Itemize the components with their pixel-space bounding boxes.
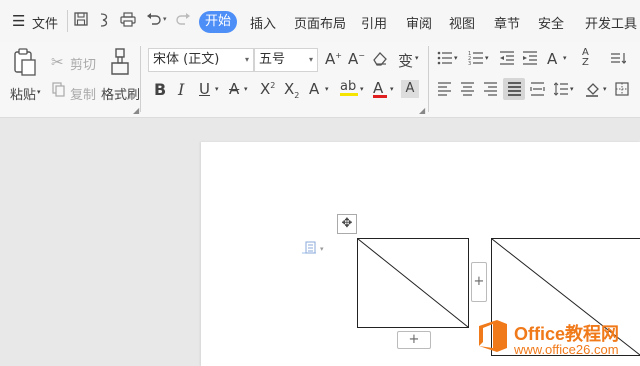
paste-button[interactable]: 粘贴 xyxy=(10,84,36,103)
tab-security[interactable]: 安全 xyxy=(538,13,564,32)
paste-icon[interactable] xyxy=(13,48,37,80)
chevron-down-icon: ▾ xyxy=(308,55,313,64)
align-center-icon[interactable] xyxy=(460,82,475,100)
subscript-button[interactable]: X2 xyxy=(284,80,299,100)
highlight-color-icon[interactable]: ab xyxy=(340,79,358,96)
line-spacing-dropdown-icon[interactable]: ▾ xyxy=(570,85,574,93)
phonetic-guide-icon[interactable]: 变 xyxy=(398,50,413,71)
tab-developer-tools[interactable]: 开发工具 xyxy=(585,13,637,32)
menu-bar: ☰ 文件 ▾ 开始 插入 页面布局 引用 审阅 视图 章节 安全 开发工具 xyxy=(0,0,640,42)
bullet-list-dropdown-icon[interactable]: ▾ xyxy=(454,54,458,62)
superscript-button[interactable]: X2 xyxy=(260,80,275,98)
add-column-button[interactable]: + xyxy=(471,262,487,302)
distributed-align-icon[interactable] xyxy=(530,82,545,100)
redo-icon[interactable] xyxy=(175,12,191,30)
menu-divider xyxy=(67,10,68,32)
italic-button[interactable]: I xyxy=(178,80,184,99)
increase-font-size-icon[interactable]: A+ xyxy=(325,50,342,68)
borders-icon[interactable] xyxy=(615,82,629,100)
format-painter-icon[interactable] xyxy=(109,48,131,80)
clear-formatting-icon[interactable] xyxy=(372,50,388,70)
svg-text:3: 3 xyxy=(468,61,471,65)
font-name-value: 宋体 (正文) xyxy=(153,52,220,67)
chevron-down-icon: ▾ xyxy=(244,55,249,64)
decrease-indent-icon[interactable] xyxy=(499,51,515,69)
align-left-icon[interactable] xyxy=(437,82,452,100)
tab-references[interactable]: 引用 xyxy=(361,13,387,32)
export-pdf-icon[interactable] xyxy=(98,12,112,32)
decrease-font-size-icon[interactable]: A− xyxy=(348,50,365,68)
bullet-list-icon[interactable] xyxy=(437,51,453,69)
table-cell[interactable] xyxy=(357,238,469,328)
copy-icon[interactable] xyxy=(52,82,65,101)
copy-button[interactable]: 复制 xyxy=(70,84,96,103)
tab-page-layout[interactable]: 页面布局 xyxy=(294,13,346,32)
undo-dropdown-icon[interactable]: ▾ xyxy=(163,15,167,23)
strikethrough-dropdown-icon[interactable]: ▾ xyxy=(244,85,248,93)
bold-button[interactable]: B xyxy=(154,80,166,99)
menu-file[interactable]: 文件 xyxy=(32,13,58,32)
ribbon-divider xyxy=(140,46,141,112)
shading-dropdown-icon[interactable]: ▾ xyxy=(603,85,607,93)
text-direction-dropdown-icon[interactable]: ▾ xyxy=(563,54,567,62)
tab-view[interactable]: 视图 xyxy=(449,13,475,32)
ribbon-divider xyxy=(428,46,429,112)
ribbon-toolbar: 粘贴 ▾ ✂ 剪切 复制 格式刷 ◢ 宋体 (正文) ▾ 五号 ▾ A+ A− … xyxy=(0,42,640,118)
paste-dropdown-icon[interactable]: ▾ xyxy=(37,88,41,96)
undo-icon[interactable] xyxy=(146,12,162,30)
shading-icon[interactable] xyxy=(585,81,601,101)
diagonal-line xyxy=(358,239,468,327)
tab-insert[interactable]: 插入 xyxy=(250,13,276,32)
numbered-list-dropdown-icon[interactable]: ▾ xyxy=(485,54,489,62)
tab-review[interactable]: 审阅 xyxy=(406,13,432,32)
line-spacing-icon[interactable] xyxy=(553,82,569,100)
phonetic-dropdown-icon[interactable]: ▾ xyxy=(415,54,419,62)
sort-icon[interactable]: AZ xyxy=(582,48,589,68)
numbered-list-icon[interactable]: 123 xyxy=(468,51,484,69)
highlight-dropdown-icon[interactable]: ▾ xyxy=(360,85,364,93)
justify-icon[interactable] xyxy=(503,78,525,100)
hamburger-menu-icon[interactable]: ☰ xyxy=(12,12,25,30)
cut-icon[interactable]: ✂ xyxy=(51,53,64,71)
font-size-value: 五号 xyxy=(259,52,286,67)
text-direction-icon[interactable]: A xyxy=(547,50,557,68)
add-row-button[interactable]: + xyxy=(397,331,431,349)
clipboard-dialog-launcher-icon[interactable]: ◢ xyxy=(133,106,139,115)
font-color-dropdown-icon[interactable]: ▾ xyxy=(390,85,394,93)
font-dialog-launcher-icon[interactable]: ◢ xyxy=(419,106,425,115)
show-formatting-marks-icon[interactable] xyxy=(610,51,627,69)
underline-button[interactable]: U xyxy=(199,80,210,98)
table-move-handle[interactable]: ✥ xyxy=(337,214,357,234)
tab-home[interactable]: 开始 xyxy=(199,11,237,33)
watermark-url: www.office26.com xyxy=(514,342,619,357)
tab-section[interactable]: 章节 xyxy=(494,13,520,32)
strikethrough-button[interactable]: A xyxy=(229,80,239,98)
office-logo-icon xyxy=(475,318,511,358)
underline-dropdown-icon[interactable]: ▾ xyxy=(215,85,219,93)
paragraph-marker-icon[interactable] xyxy=(302,240,318,264)
font-color-icon[interactable]: A xyxy=(373,79,387,98)
align-right-icon[interactable] xyxy=(483,82,498,100)
paragraph-marker-dropdown-icon[interactable]: ▾ xyxy=(320,245,324,253)
print-icon[interactable] xyxy=(120,12,136,31)
font-name-select[interactable]: 宋体 (正文) ▾ xyxy=(148,48,254,72)
character-shading-icon[interactable]: A xyxy=(401,80,419,98)
format-painter-button[interactable]: 格式刷 xyxy=(101,84,140,103)
cut-button[interactable]: 剪切 xyxy=(70,54,96,73)
increase-indent-icon[interactable] xyxy=(522,51,538,69)
text-effects-icon[interactable]: A xyxy=(309,80,319,98)
text-effects-dropdown-icon[interactable]: ▾ xyxy=(325,85,329,93)
font-size-select[interactable]: 五号 ▾ xyxy=(254,48,318,72)
save-icon[interactable] xyxy=(74,12,88,30)
